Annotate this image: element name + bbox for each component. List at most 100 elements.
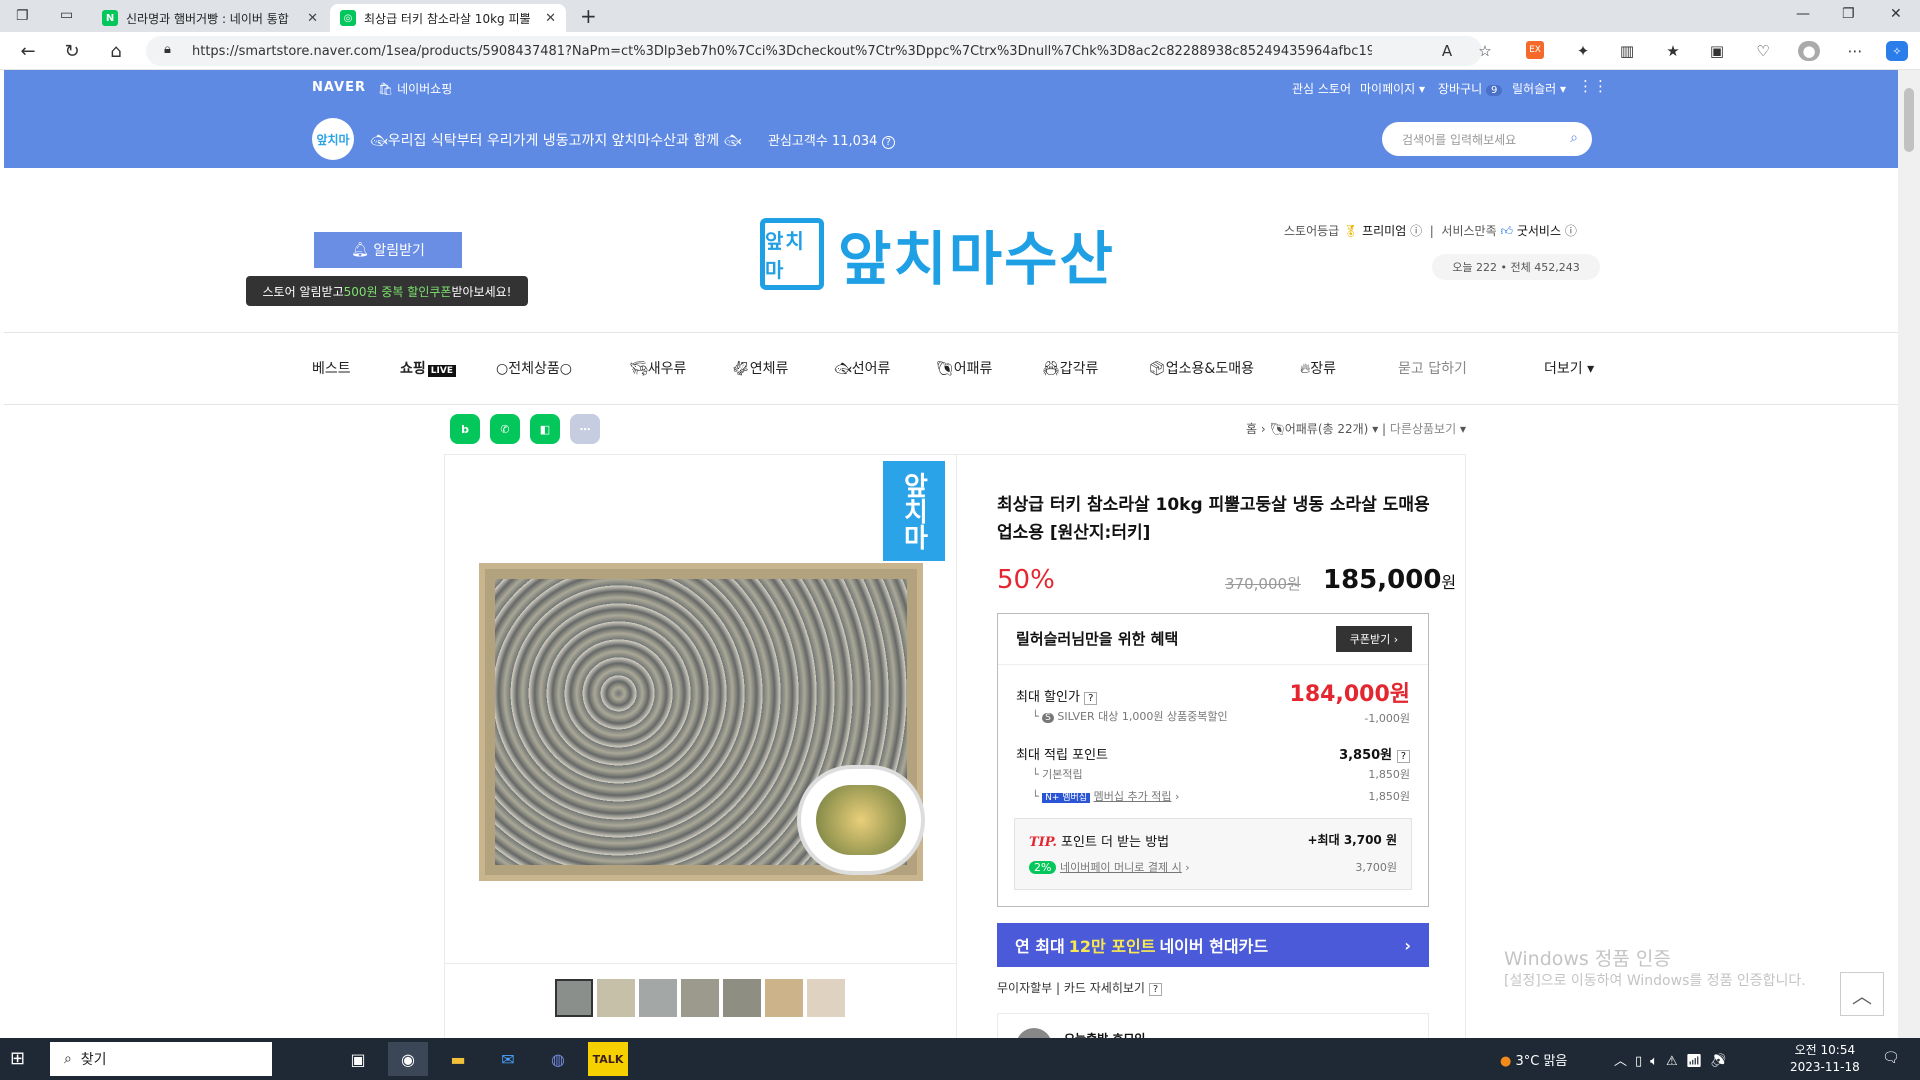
system-tray-icons[interactable]: ︿▯🔈︎⚠︎📶︎🔊︎ [1614, 1050, 1735, 1069]
close-window-icon[interactable]: ✕ [1890, 6, 1902, 22]
menu-user[interactable]: 릴허슬러 ▾ [1512, 80, 1566, 97]
category-shellfish[interactable]: 🐚︎어패류 [936, 358, 992, 378]
category-best[interactable]: 베스트 [312, 358, 351, 378]
restore-icon[interactable]: ❐ [1842, 6, 1855, 22]
price-unit: 원 [1441, 573, 1457, 592]
talk-share-icon[interactable]: ✆ [490, 414, 520, 444]
bookmark-share-icon[interactable]: ◧ [530, 414, 560, 444]
coupon-button[interactable]: 쿠폰받기 › [1336, 626, 1412, 652]
category-live[interactable]: 쇼핑 LIVE [400, 358, 456, 378]
collections-icon[interactable]: ▣ [1706, 41, 1728, 61]
membership-point-label[interactable]: └ N+ 멤버십 멤버십 추가 적립 › [1032, 788, 1179, 804]
category-label: 갑각류 [1059, 361, 1099, 377]
thumbnail[interactable] [597, 979, 635, 1017]
back-icon[interactable]: ← [16, 40, 40, 62]
help-icon[interactable]: ⓘ [1565, 224, 1577, 238]
close-icon[interactable]: ✕ [307, 11, 318, 26]
edge-icon[interactable]: ◉ [388, 1042, 428, 1076]
tab-product[interactable]: ◎ 최상급 터키 참소라살 10kg 피뿔 ✕ [330, 4, 566, 32]
thumbnail[interactable] [681, 979, 719, 1017]
thumbnail[interactable] [555, 979, 593, 1017]
scroll-to-top-button[interactable]: ︿ [1840, 972, 1884, 1016]
help-icon[interactable]: ? [1084, 692, 1098, 705]
search-icon[interactable]: ⌕ [1570, 130, 1578, 146]
file-explorer-icon[interactable]: ▬ [438, 1042, 478, 1076]
naver-shopping-link[interactable]: 🛍︎ 네이버쇼핑 [378, 80, 452, 97]
refresh-icon[interactable]: ↻ [60, 40, 84, 62]
favorites-icon[interactable]: ★ [1662, 41, 1684, 61]
help-icon[interactable]: ? [1148, 983, 1163, 996]
clock[interactable]: 오전 10:54 2023-11-18 [1790, 1042, 1860, 1076]
extension-icon[interactable]: EX [1526, 41, 1544, 59]
category-more[interactable]: 더보기 ▾ [1544, 358, 1594, 378]
menu-cart[interactable]: 장바구니 9 [1438, 80, 1503, 97]
alarm-label: 알림받기 [373, 243, 425, 259]
help-icon[interactable]: ? [1396, 750, 1410, 763]
discord-icon[interactable]: ◍ [538, 1042, 578, 1076]
card-banner[interactable]: 연 최대 12만 포인트 네이버 현대카드 › [997, 923, 1429, 967]
store-profile-icon[interactable]: 앞치마 [312, 118, 354, 160]
category-label: 연체류 [749, 361, 789, 377]
help-icon[interactable]: ? [881, 136, 895, 149]
store-search-input[interactable]: 검색어를 입력해보세요 ⌕ [1382, 122, 1592, 156]
breadcrumb-category[interactable]: 어패류(총 22개) [1285, 422, 1369, 436]
close-icon[interactable]: ✕ [545, 11, 556, 26]
tab-search-result[interactable]: N 신라명과 햄버거빵 : 네이버 통합 ✕ [92, 4, 328, 32]
naver-logo[interactable]: NAVER [312, 80, 366, 95]
windows-start-icon[interactable]: ⊞ [10, 1048, 32, 1070]
alarm-button[interactable]: 🔔︎ 알림받기 [314, 232, 462, 268]
thumbnail[interactable] [723, 979, 761, 1017]
category-label: 어패류 [953, 361, 993, 377]
thumbnail[interactable] [765, 979, 803, 1017]
new-tab-icon[interactable]: + [580, 4, 597, 28]
slogan-text: 우리집 식탁부터 우리가게 냉동고까지 앞치마수산과 함께 [387, 133, 720, 149]
installment-label[interactable]: 무이자할부 [997, 981, 1052, 995]
more-share-icon[interactable]: ⋯ [570, 414, 600, 444]
puzzle-icon[interactable]: ✦ [1572, 41, 1594, 61]
read-aloud-icon[interactable]: A [1436, 41, 1458, 61]
tab-actions-icon[interactable]: ▭ [60, 7, 73, 23]
weather-widget[interactable]: ● 3°C 맑음 [1500, 1050, 1567, 1069]
copilot-icon[interactable]: ✧ [1886, 41, 1908, 61]
scroll-thumb[interactable] [1904, 88, 1914, 152]
split-screen-icon[interactable]: ▥ [1616, 41, 1638, 61]
profile-avatar[interactable]: ● [1798, 41, 1820, 61]
category-wholesale[interactable]: 📦︎업소용&도매용 [1148, 358, 1254, 378]
url-input[interactable]: 🔒︎ https://smartstore.naver.com/1sea/pro… [146, 36, 1482, 66]
blog-share-icon[interactable]: b [450, 414, 480, 444]
card-detail-link[interactable]: 카드 자세히보기 [1064, 981, 1145, 995]
category-fish[interactable]: 🐟︎선어류 [834, 358, 890, 378]
product-main-image[interactable] [479, 563, 925, 881]
favorite-icon[interactable]: ☆ [1474, 41, 1496, 61]
page-scrollbar[interactable] [1898, 70, 1920, 1038]
workspaces-icon[interactable]: ❐ [16, 8, 29, 24]
breadcrumb-home[interactable]: 홈 [1246, 422, 1257, 436]
thumbnail[interactable] [807, 979, 845, 1017]
mail-icon[interactable]: ✉ [488, 1042, 528, 1076]
menu-interest-store[interactable]: 관심 스토어 [1292, 80, 1351, 97]
category-crustacean[interactable]: 🦀︎갑각류 [1042, 358, 1098, 378]
category-shrimp[interactable]: 🦐︎새우류 [630, 358, 686, 378]
breadcrumb-other[interactable]: 다른상품보기 [1390, 422, 1456, 436]
more-icon[interactable]: ⋯ [1844, 41, 1866, 61]
category-mollusk[interactable]: 🦑︎연체류 [732, 358, 788, 378]
home-icon[interactable]: ⌂ [104, 40, 128, 62]
apps-grid-icon[interactable]: ⋮⋮ [1578, 77, 1608, 95]
category-sauce[interactable]: 🔥︎장류 [1300, 358, 1336, 378]
pay-row[interactable]: 2% 네이버페이 머니로 결제 시 › [1029, 859, 1190, 875]
taskbar-search[interactable]: ⌕ 찾기 [50, 1042, 272, 1076]
help-icon[interactable]: ⓘ [1410, 224, 1422, 238]
store-logo[interactable]: 앞치마 앞치마수산 [760, 216, 1150, 293]
category-all[interactable]: ○전체상품○ [496, 358, 572, 378]
menu-mypage[interactable]: 마이페이지 ▾ [1360, 80, 1425, 97]
thumbnail[interactable] [639, 979, 677, 1017]
kakaotalk-icon[interactable]: TALK [588, 1042, 628, 1076]
tooltip-text: 스토어 알림받고 [262, 284, 344, 299]
task-view-icon[interactable]: ▣ [338, 1042, 378, 1076]
category-qna[interactable]: 묻고 답하기 [1398, 358, 1467, 378]
notification-icon[interactable]: 🗨︎ [1882, 1050, 1900, 1066]
minimize-icon[interactable]: — [1796, 6, 1810, 22]
visitor-count: 오늘 222 • 전체 452,243 [1432, 254, 1600, 280]
tooltip-highlight: 500원 중복 할인쿠폰 [343, 284, 452, 299]
health-icon[interactable]: ♡ [1752, 41, 1774, 61]
